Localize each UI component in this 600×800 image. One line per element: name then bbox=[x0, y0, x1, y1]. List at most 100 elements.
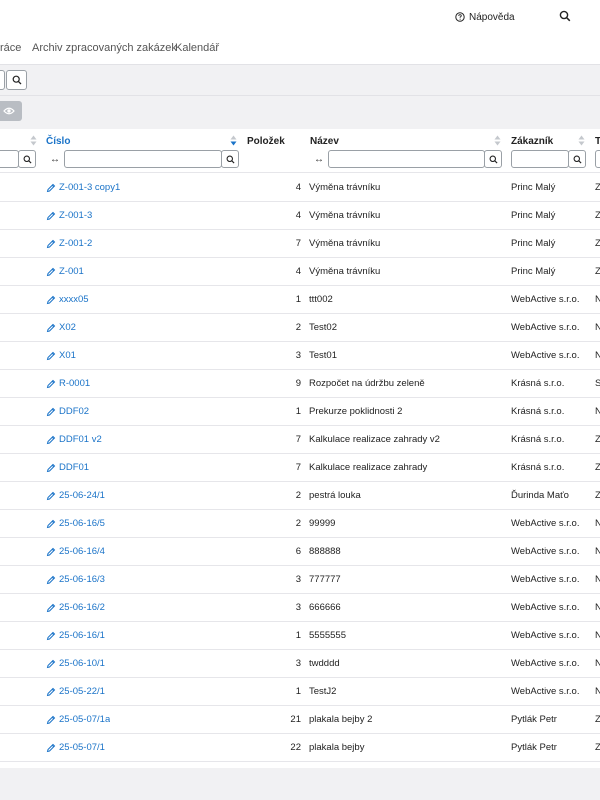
column-header-t[interactable]: T bbox=[595, 136, 600, 147]
order-number-link[interactable]: Z-001-2 bbox=[46, 230, 92, 258]
nav-item-archiv[interactable]: Archiv zpracovaných zakázek bbox=[32, 42, 177, 54]
expand-arrows-icon[interactable]: ↔ bbox=[310, 150, 328, 168]
item-count: 1 bbox=[295, 406, 301, 417]
order-number[interactable]: DDF01 v2 bbox=[59, 426, 102, 454]
order-number[interactable]: X01 bbox=[59, 342, 76, 370]
order-number[interactable]: Z-001 bbox=[59, 258, 84, 286]
customer-name: Krásná s.r.o. bbox=[511, 406, 565, 417]
table-row[interactable]: DDF01 v2 7 Kalkulace realizace zahrady v2 K… bbox=[0, 426, 600, 454]
order-number[interactable]: 25-06-16/5 bbox=[59, 510, 105, 538]
order-number-link[interactable]: X01 bbox=[46, 342, 76, 370]
order-number[interactable]: X02 bbox=[59, 314, 76, 342]
filter-input-nazev[interactable] bbox=[328, 150, 485, 168]
order-number-link[interactable]: 25-06-16/3 bbox=[46, 566, 105, 594]
order-number-link[interactable]: 25-06-16/2 bbox=[46, 594, 105, 622]
order-number[interactable]: Z-001-3 copy1 bbox=[59, 174, 120, 202]
order-number-link[interactable]: 25-06-16/4 bbox=[46, 538, 105, 566]
filter-input-cislo[interactable] bbox=[64, 150, 222, 168]
search-icon bbox=[23, 155, 32, 164]
column-header-cislo[interactable]: Číslo bbox=[46, 136, 70, 147]
table-row[interactable]: DDF02 1 Prekurze poklidnosti 2 Krásná s.r.o… bbox=[0, 398, 600, 426]
filter-search-button-zakaznik[interactable] bbox=[568, 150, 586, 168]
table-row[interactable]: 25-06-24/1 2 pestrá louka Ďurinda Maťo Z bbox=[0, 482, 600, 510]
table-row[interactable]: Z-001-2 7 Výměna trávníku Princ Malý Z bbox=[0, 230, 600, 258]
table-row[interactable]: 25-06-16/5 2 99999 WebActive s.r.o. N bbox=[0, 510, 600, 538]
order-number-link[interactable]: Z-001-3 copy1 bbox=[46, 174, 120, 202]
order-number-link[interactable]: Z-001 bbox=[46, 258, 84, 286]
order-number-link[interactable]: Z-001-3 bbox=[46, 202, 92, 230]
search-icon bbox=[226, 155, 235, 164]
nav-item-kalendar[interactable]: Kalendář bbox=[175, 42, 219, 54]
order-number-link[interactable]: 25-06-16/1 bbox=[46, 622, 105, 650]
order-number-link[interactable]: 25-05-07/1 bbox=[46, 734, 105, 762]
table-row[interactable]: Z-001-3 copy1 4 Výměna trávníku Princ Malý Z bbox=[0, 174, 600, 202]
order-number-link[interactable]: DDF02 bbox=[46, 398, 89, 426]
customer-name: WebActive s.r.o. bbox=[511, 322, 580, 333]
order-number[interactable]: 25-05-22/1 bbox=[59, 678, 105, 706]
nav-item-prace[interactable]: ráce bbox=[0, 42, 21, 54]
order-number[interactable]: R-0001 bbox=[59, 370, 90, 398]
column-header-nazev[interactable]: Název bbox=[310, 136, 339, 147]
table-row[interactable]: Z-001-3 4 Výměna trávníku Princ Malý Z bbox=[0, 202, 600, 230]
table-row[interactable]: 25-06-16/1 1 5555555 WebActive s.r.o. N bbox=[0, 622, 600, 650]
table-row[interactable]: DDF01 7 Kalkulace realizace zahrady Krásná … bbox=[0, 454, 600, 482]
help-link[interactable]: Nápověda bbox=[455, 10, 515, 24]
table-row[interactable]: 25-06-16/2 3 666666 WebActive s.r.o. N bbox=[0, 594, 600, 622]
pencil-icon bbox=[46, 575, 56, 585]
global-search-input[interactable] bbox=[0, 70, 5, 90]
filter-input-prev[interactable] bbox=[0, 150, 19, 168]
column-header-zakaznik[interactable]: Zákazník bbox=[511, 136, 553, 147]
sort-icon[interactable] bbox=[578, 135, 585, 146]
table-row[interactable]: 25-05-07/1 22 plakala bejby Pytlák Petr Z bbox=[0, 734, 600, 762]
table-row[interactable]: 25-05-07/1a 21 plakala bejby 2 Pytlák Petr Z bbox=[0, 706, 600, 734]
order-number[interactable]: 25-06-16/1 bbox=[59, 622, 105, 650]
table-row[interactable]: 25-06-10/1 3 twdddd WebActive s.r.o. N bbox=[0, 650, 600, 678]
filter-input-zakaznik[interactable] bbox=[511, 150, 569, 168]
order-number-link[interactable]: X02 bbox=[46, 314, 76, 342]
order-name: 777777 bbox=[309, 574, 341, 585]
order-number-link[interactable]: 25-06-24/1 bbox=[46, 482, 105, 510]
filter-search-button[interactable] bbox=[18, 150, 36, 168]
order-number-link[interactable]: 25-06-10/1 bbox=[46, 650, 105, 678]
order-number-link[interactable]: DDF01 v2 bbox=[46, 426, 102, 454]
order-number[interactable]: 25-06-16/3 bbox=[59, 566, 105, 594]
item-count: 7 bbox=[295, 238, 301, 249]
order-number-link[interactable]: R-0001 bbox=[46, 370, 90, 398]
column-header-polozek[interactable]: Položek bbox=[247, 136, 285, 147]
order-number[interactable]: Z-001-2 bbox=[59, 230, 92, 258]
sort-icon[interactable] bbox=[30, 135, 37, 146]
order-number[interactable]: 25-06-16/2 bbox=[59, 594, 105, 622]
table-row[interactable]: xxxx05 1 ttt002 WebActive s.r.o. N bbox=[0, 286, 600, 314]
order-number[interactable]: DDF02 bbox=[59, 398, 89, 426]
order-number[interactable]: DDF01 bbox=[59, 454, 89, 482]
table-row[interactable]: 25-05-22/1 1 TestJ2 WebActive s.r.o. N bbox=[0, 678, 600, 706]
table-row[interactable]: X02 2 Test02 WebActive s.r.o. N bbox=[0, 314, 600, 342]
order-number-link[interactable]: 25-05-22/1 bbox=[46, 678, 105, 706]
order-number-link[interactable]: xxxx05 bbox=[46, 286, 89, 314]
order-number[interactable]: 25-05-07/1 bbox=[59, 734, 105, 762]
search-icon[interactable] bbox=[559, 10, 571, 22]
global-search-button[interactable] bbox=[6, 70, 27, 90]
order-number[interactable]: 25-06-10/1 bbox=[59, 650, 105, 678]
filter-input-t[interactable] bbox=[595, 150, 600, 168]
visibility-toggle-button[interactable] bbox=[0, 101, 22, 121]
order-number[interactable]: xxxx05 bbox=[59, 286, 89, 314]
order-number-link[interactable]: 25-06-16/5 bbox=[46, 510, 105, 538]
order-number-link[interactable]: 25-05-07/1a bbox=[46, 706, 110, 734]
order-number[interactable]: 25-05-07/1a bbox=[59, 706, 110, 734]
filter-search-button-nazev[interactable] bbox=[484, 150, 502, 168]
table-row[interactable]: Z-001 4 Výměna trávníku Princ Malý Z bbox=[0, 258, 600, 286]
order-number[interactable]: 25-06-16/4 bbox=[59, 538, 105, 566]
filter-search-button-cislo[interactable] bbox=[221, 150, 239, 168]
table-row[interactable]: 25-06-16/4 6 888888 WebActive s.r.o. N bbox=[0, 538, 600, 566]
table-row[interactable]: X01 3 Test01 WebActive s.r.o. N bbox=[0, 342, 600, 370]
sort-icon[interactable] bbox=[494, 135, 501, 146]
expand-arrows-icon[interactable]: ↔ bbox=[46, 150, 64, 168]
item-count: 6 bbox=[295, 546, 301, 557]
order-number[interactable]: Z-001-3 bbox=[59, 202, 92, 230]
table-row[interactable]: 25-06-16/3 3 777777 WebActive s.r.o. N bbox=[0, 566, 600, 594]
order-number-link[interactable]: DDF01 bbox=[46, 454, 89, 482]
sort-desc-icon[interactable] bbox=[230, 135, 237, 146]
order-number[interactable]: 25-06-24/1 bbox=[59, 482, 105, 510]
table-row[interactable]: R-0001 9 Rozpočet na údržbu zeleně Krásná s… bbox=[0, 370, 600, 398]
